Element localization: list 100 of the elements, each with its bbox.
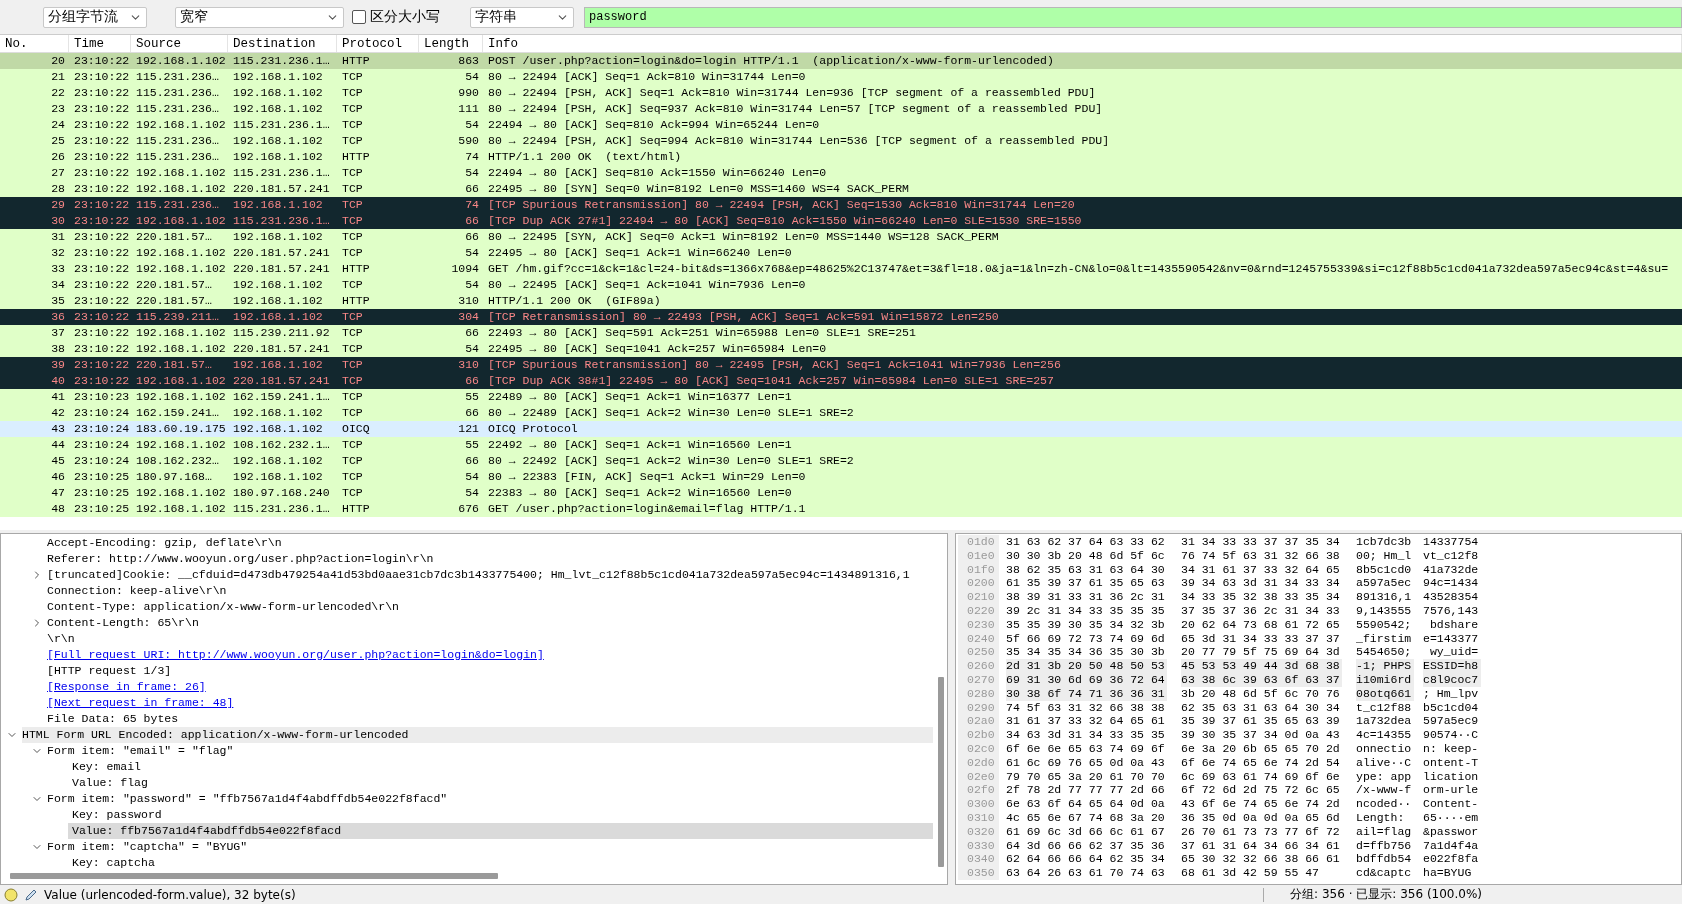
hex-bytes: 39 30 35 37 34 0d 0a 43 (1181, 728, 1341, 742)
table-cell-text: 54 (464, 165, 480, 181)
tree-link[interactable]: [Response in frame: 26] (47, 679, 933, 695)
table-cell-text: 23:10:22 (73, 325, 131, 341)
tree-item[interactable]: Form item: "email" = "flag" (47, 743, 933, 759)
table-cell-text: 115.231.236.1… (232, 117, 331, 133)
tree-item[interactable]: \r\n (47, 631, 933, 647)
packet-row[interactable]: 40 23:10:22 192.168.1.102 220.181.57.241 TCP 66 [TCP Dup ACK 38#1] 22495 → 80 [ACK] Seq=1041 Ack=257 Win=65984 Len=0 SLE=1 SRE=257 (0, 373, 1682, 389)
ascii-text: alive··C (1356, 755, 1413, 770)
tree-link[interactable]: [Next request in frame: 48] (47, 695, 933, 711)
packet-row[interactable]: 26 23:10:22 115.231.236… 192.168.1.102 HTTP 74 HTTP/1.1 200 OK (text/html) (0, 149, 1682, 165)
packet-row[interactable]: 24 23:10:22 192.168.1.102 115.231.236.1… TCP 54 22494 → 80 [ACK] Seq=810 Ack=994 Win=65244 Len=0 (0, 117, 1682, 133)
table-cell-text: TCP (341, 469, 364, 485)
tree-item[interactable]: Value: ffb7567a1d4f4abdffdb54e022f8facd (68, 823, 933, 839)
table-cell-text: HTTP (341, 53, 371, 69)
table-cell-text: [TCP Dup ACK 27#1] 22494 → 80 [ACK] Seq=810 Ack=1550 Win=66240 Len=0 SLE=1530 SRE=1550 (487, 213, 1083, 229)
packet-row[interactable]: 22 23:10:22 115.231.236… 192.168.1.102 TCP 990 80 → 22494 [PSH, ACK] Seq=1 Ack=810 Win=31744 Len=936 [TCP segment of a reassembled PDU] (0, 85, 1682, 101)
packet-row[interactable]: 25 23:10:22 115.231.236… 192.168.1.102 TCP 590 80 → 22494 [PSH, ACK] Seq=994 Ack=810 Win=31744 Len=536 [TCP segment of a reassembled PDU] (0, 133, 1682, 149)
column-header[interactable]: No. (0, 35, 69, 52)
ascii-text: &passwor (1423, 824, 1480, 839)
packet-row[interactable]: 31 23:10:22 220.181.57… 192.168.1.102 TCP 66 80 → 22495 [SYN, ACK] Seq=0 Ack=1 Win=8192 Len=0 MSS=1440 WS=128 SACK_PERM (0, 229, 1682, 245)
packet-row[interactable]: 47 23:10:25 192.168.1.102 180.97.168.240 TCP 54 22383 → 80 [ACK] Seq=1 Ack=2 Win=16560 Len=0 (0, 485, 1682, 501)
table-cell-text: 192.168.1.102 (232, 69, 324, 85)
tree-item[interactable]: Content-Type: application/x-www-form-urlencoded\r\n (47, 599, 933, 615)
table-cell-text: 22494 → 80 [ACK] Seq=810 Ack=1550 Win=66240 Len=0 (487, 165, 828, 181)
packet-row[interactable]: 20 23:10:22 192.168.1.102 115.231.236.1… HTTP 863 POST /user.php?action=login&do=login HTTP/1.1 (application/x-www-form-urlencoded) (0, 53, 1682, 69)
packet-row[interactable]: 23 23:10:22 115.231.236… 192.168.1.102 TCP 111 80 → 22494 [PSH, ACK] Seq=937 Ack=810 Win=31744 Len=57 [TCP segment of a reassembled PDU] (0, 101, 1682, 117)
table-cell-text: 22493 → 80 [ACK] Seq=591 Ack=251 Win=65988 Len=0 SLE=1 SRE=251 (487, 325, 917, 341)
ascii-text: /x-www-f (1356, 783, 1413, 798)
packet-row[interactable]: 21 23:10:22 115.231.236… 192.168.1.102 TCP 54 80 → 22494 [ACK] Seq=1 Ack=810 Win=31744 Len=0 (0, 69, 1682, 85)
column-header[interactable]: Time (69, 35, 131, 52)
packet-row[interactable]: 46 23:10:25 180.97.168… 192.168.1.102 TCP 54 80 → 22383 [FIN, ACK] Seq=1 Ack=1 Win=29 Len=0 (0, 469, 1682, 485)
ascii-text: ncoded·· (1356, 797, 1413, 811)
table-cell-text: 45 (50, 453, 66, 469)
packet-row[interactable]: 30 23:10:22 192.168.1.102 115.231.236.1… TCP 66 [TCP Dup ACK 27#1] 22494 → 80 [ACK] Seq=810 Ack=1550 Win=66240 Len=0 SLE=1530 SRE=1550 (0, 213, 1682, 229)
packet-row[interactable]: 48 23:10:25 192.168.1.102 115.231.236.1… HTTP 676 GET /user.php?action=login&email=flag HTTP/1.1 (0, 501, 1682, 517)
table-cell-text: 220.181.57… (135, 277, 213, 293)
table-cell-text: 192.168.1.102 (135, 181, 227, 197)
ascii-text: 00; Hm_l (1356, 548, 1413, 563)
tree-item[interactable]: Key: password (72, 807, 933, 823)
tree-item[interactable]: Form item: "password" = "ffb7567a1d4f4abdffdb54e022f8facd" (47, 791, 933, 807)
display-format-dropdown[interactable]: 分组字节流 (43, 6, 147, 28)
packet-row[interactable]: 29 23:10:22 115.231.236… 192.168.1.102 TCP 74 [TCP Spurious Retransmission] 80 → 22494 [PSH, ACK] Seq=1530 Ack=810 Win=31744 Len=20 (0, 197, 1682, 213)
charset-dropdown[interactable]: 宽窄 (175, 6, 344, 28)
column-header[interactable]: Source (131, 35, 228, 52)
packet-row[interactable]: 35 23:10:22 220.181.57… 192.168.1.102 HTTP 310 HTTP/1.1 200 OK (GIF89a) (0, 293, 1682, 309)
packet-row[interactable]: 38 23:10:22 192.168.1.102 220.181.57.241 TCP 54 22495 → 80 [ACK] Seq=1041 Ack=257 Win=65984 Len=0 (0, 341, 1682, 357)
table-cell-text: 47 (50, 485, 66, 501)
pencil-icon[interactable] (24, 887, 38, 902)
table-cell-text: 22495 → 80 [ACK] Seq=1 Ack=1 Win=66240 Len=0 (487, 245, 793, 261)
table-cell-text: 111 (457, 101, 480, 117)
table-cell-text: TCP (341, 117, 364, 133)
table-cell-text: 192.168.1.102 (232, 149, 324, 165)
table-cell-text: TCP (341, 485, 364, 501)
tree-item[interactable]: Key: captcha (72, 855, 933, 871)
packet-row[interactable]: 44 23:10:24 192.168.1.102 108.162.232.1… TCP 55 22492 → 80 [ACK] Seq=1 Ack=1 Win=16560 Len=1 (0, 437, 1682, 453)
column-header[interactable]: Destination (228, 35, 337, 52)
tree-item[interactable]: HTML Form URL Encoded: application/x-www-form-urlencoded (22, 727, 933, 743)
table-cell-text: 863 (457, 53, 480, 69)
search-field[interactable]: password (584, 6, 1682, 28)
table-cell-text: TCP (341, 405, 364, 421)
hex-bytes: 61 6c 69 76 65 0d 0a 43 (1006, 755, 1166, 770)
tree-item[interactable]: Accept-Encoding: gzip, deflate\r\n (47, 535, 933, 551)
hex-bytes: 39 2c 31 34 33 35 35 35 (1006, 604, 1166, 618)
packet-row[interactable]: 32 23:10:22 192.168.1.102 220.181.57.241 TCP 54 22495 → 80 [ACK] Seq=1 Ack=1 Win=66240 Len=0 (0, 245, 1682, 261)
tree-item[interactable]: Form item: "captcha" = "BYUG" (47, 839, 933, 855)
tree-item[interactable]: Value: flag (72, 775, 933, 791)
packet-row[interactable]: 45 23:10:24 108.162.232… 192.168.1.102 TCP 66 80 → 22492 [ACK] Seq=1 Ack=2 Win=30 Len=0 SLE=1 SRE=2 (0, 453, 1682, 469)
tree-item[interactable]: File Data: 65 bytes (47, 711, 933, 727)
column-header[interactable]: Info (483, 35, 1682, 52)
tree-item[interactable]: Key: email (72, 759, 933, 775)
tree-item[interactable]: Connection: keep-alive\r\n (47, 583, 933, 599)
search-type-dropdown[interactable]: 字符串 (470, 6, 574, 28)
ascii-text: orm-urle (1423, 783, 1480, 798)
vertical-scrollbar[interactable] (938, 677, 944, 867)
tree-item[interactable]: [truncated]Cookie: __cfduid=d473db479254a41d53bd0aae31cb7dc3b1433775400; Hm_lvt_c12f88b5c1cd041a732dea597a5ec94c=1434891316,1 (47, 567, 933, 583)
packet-row[interactable]: 43 23:10:24 183.60.19.175 192.168.1.102 OICQ 121 OICQ Protocol (0, 421, 1682, 437)
packet-row[interactable]: 37 23:10:22 192.168.1.102 115.239.211.92 TCP 66 22493 → 80 [ACK] Seq=591 Ack=251 Win=65988 Len=0 SLE=1 SRE=251 (0, 325, 1682, 341)
column-header[interactable]: Length (419, 35, 483, 52)
table-cell-text: 220.181.57.241 (232, 181, 331, 197)
table-cell-text: 66 (464, 453, 480, 469)
packet-row[interactable]: 36 23:10:22 115.239.211… 192.168.1.102 TCP 304 [TCP Retransmission] 80 → 22493 [PSH, ACK] Seq=1 Ack=591 Win=15872 Len=250 (0, 309, 1682, 325)
packet-row[interactable]: 28 23:10:22 192.168.1.102 220.181.57.241 TCP 66 22495 → 80 [SYN] Seq=0 Win=8192 Len=0 MSS=1460 WS=4 SACK_PERM (0, 181, 1682, 197)
packet-row[interactable]: 27 23:10:22 192.168.1.102 115.231.236.1… TCP 54 22494 → 80 [ACK] Seq=810 Ack=1550 Win=66240 Len=0 (0, 165, 1682, 181)
tree-item[interactable]: Referer: http://www.wooyun.org/user.php?action=login\r\n (47, 551, 933, 567)
packet-row[interactable]: 34 23:10:22 220.181.57… 192.168.1.102 TCP 54 80 → 22495 [ACK] Seq=1 Ack=1041 Win=7936 Len=0 (0, 277, 1682, 293)
packet-row[interactable]: 41 23:10:23 192.168.1.102 162.159.241.1… TCP 55 22489 → 80 [ACK] Seq=1 Ack=1 Win=16377 Len=1 (0, 389, 1682, 405)
case-sensitive-checkbox[interactable] (352, 10, 366, 24)
table-cell-text: 22495 → 80 [SYN] Seq=0 Win=8192 Len=0 MSS=1460 WS=4 SACK_PERM (487, 181, 910, 197)
column-header[interactable]: Protocol (337, 35, 419, 52)
horizontal-scrollbar[interactable] (10, 873, 498, 879)
hex-bytes: 26 70 61 73 73 77 6f 72 (1181, 824, 1341, 839)
tree-item[interactable]: Content-Length: 65\r\n (47, 615, 933, 631)
table-cell-text: 22492 → 80 [ACK] Seq=1 Ack=1 Win=16560 Len=1 (487, 437, 793, 453)
packet-row[interactable]: 42 23:10:24 162.159.241… 192.168.1.102 TCP 66 80 → 22489 [ACK] Seq=1 Ack=2 Win=30 Len=0 SLE=1 SRE=2 (0, 405, 1682, 421)
packet-row[interactable]: 39 23:10:22 220.181.57… 192.168.1.102 TCP 310 [TCP Spurious Retransmission] 80 → 22495 [PSH, ACK] Seq=1 Ack=1041 Win=7936 Len=256 (0, 357, 1682, 373)
table-cell-text: 115.231.236… (135, 69, 220, 85)
table-cell-text: 1094 (450, 261, 480, 277)
tree-item[interactable]: [HTTP request 1/3] (47, 663, 933, 679)
tree-link[interactable]: [Full request URI: http://www.wooyun.org/user.php?action=login&do=login] (47, 647, 933, 663)
